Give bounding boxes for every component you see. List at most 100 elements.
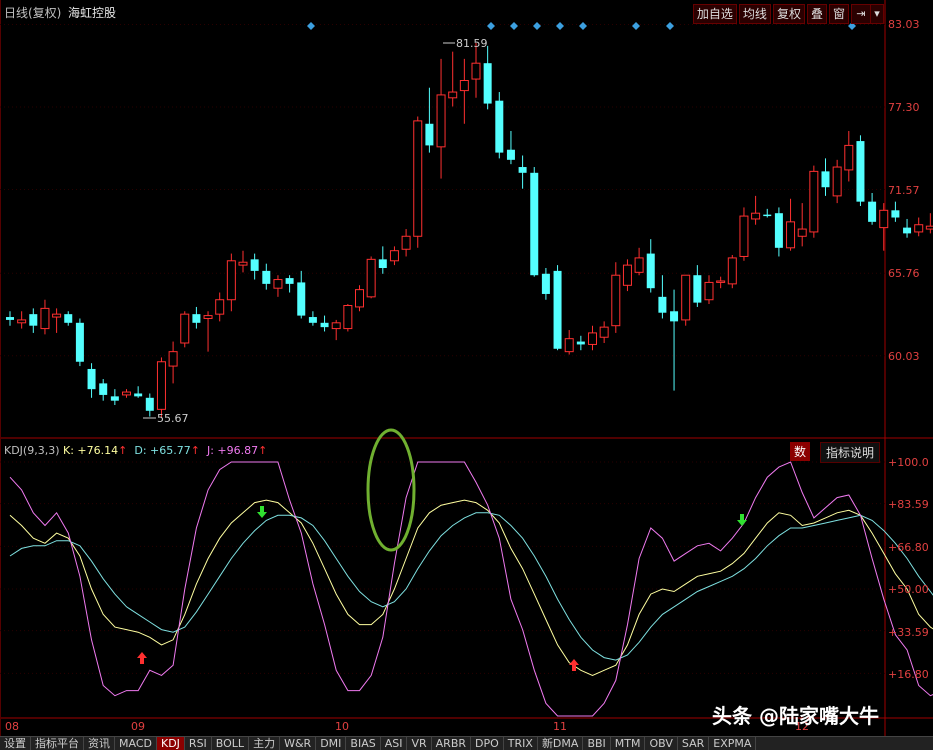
candlestick-series bbox=[6, 43, 933, 418]
candle-body-up bbox=[389, 250, 399, 262]
indicator-tab[interactable]: 主力 bbox=[249, 737, 281, 750]
candle-body-up bbox=[622, 264, 632, 286]
candle-body-up bbox=[238, 261, 248, 266]
signal-diamond bbox=[579, 22, 587, 30]
adjust-button[interactable]: 复权 bbox=[772, 4, 805, 24]
candle-body-down bbox=[297, 282, 306, 316]
indicator-tab[interactable]: MTM bbox=[611, 737, 646, 750]
indicator-tab[interactable]: BBI bbox=[583, 737, 611, 750]
candle-body-up bbox=[751, 212, 761, 220]
candle-body-up bbox=[273, 279, 283, 289]
overlay-button[interactable]: 叠 bbox=[806, 4, 827, 24]
candle-body-down bbox=[110, 396, 119, 401]
indicator-tab[interactable]: TRIX bbox=[504, 737, 538, 750]
indicator-tab[interactable]: W&R bbox=[280, 737, 317, 750]
indicator-tab[interactable]: ARBR bbox=[432, 737, 472, 750]
candle-body-up bbox=[634, 257, 644, 273]
indicator-tab[interactable]: RSI bbox=[185, 737, 212, 750]
add-watchlist-button[interactable]: 加自选 bbox=[692, 4, 737, 24]
indicator-tab[interactable]: 资讯 bbox=[84, 737, 115, 750]
kdj-tick: +16.80 bbox=[888, 668, 929, 681]
candle-body-up bbox=[879, 209, 889, 229]
price-tick: 77.30 bbox=[888, 101, 920, 114]
kdj-tick: +100.0 bbox=[888, 456, 929, 469]
candle-body-down bbox=[856, 141, 865, 202]
candle-body-up bbox=[588, 332, 597, 345]
kdj-k-value: K: +76.14 bbox=[63, 444, 119, 457]
indicator-tab[interactable]: 设置 bbox=[0, 737, 31, 750]
indicator-explain-button[interactable]: 指标说明 bbox=[820, 442, 881, 463]
candle-body-up bbox=[17, 319, 27, 324]
indicator-tab[interactable]: VR bbox=[407, 737, 432, 750]
chart-canvas: 81.59 55.67 83.03 77.30 71.57 65.76 60.0… bbox=[0, 0, 933, 736]
candle-body-down bbox=[506, 149, 515, 160]
kdj-tick: +83.59 bbox=[888, 498, 929, 511]
window-button[interactable]: 窗 bbox=[828, 4, 849, 24]
signal-diamond bbox=[533, 22, 541, 30]
indicator-tab[interactable]: OBV bbox=[645, 737, 678, 750]
indicator-tab[interactable]: EXPMA bbox=[709, 737, 757, 750]
indicator-tab[interactable]: BIAS bbox=[346, 737, 381, 750]
candle-body-down bbox=[483, 63, 492, 104]
candle-body-down bbox=[87, 368, 96, 390]
candle-body-up bbox=[739, 215, 749, 257]
candle-body-up bbox=[564, 338, 574, 353]
indicator-tab[interactable]: 指标平台 bbox=[31, 737, 84, 750]
candle-body-down bbox=[29, 314, 38, 326]
signal-diamond bbox=[556, 22, 564, 30]
up-arrow-icon: ↑ bbox=[258, 444, 268, 457]
indicator-tab[interactable]: DMI bbox=[316, 737, 347, 750]
data-button[interactable]: 数 bbox=[790, 442, 811, 461]
candle-body-down bbox=[763, 214, 772, 217]
dropdown-icon[interactable]: ▾ bbox=[870, 4, 884, 24]
candle-body-up bbox=[40, 307, 50, 330]
signal-diamond bbox=[632, 22, 640, 30]
candle-body-up bbox=[832, 166, 842, 197]
candle-body-up bbox=[599, 326, 609, 338]
candle-body-up bbox=[471, 62, 481, 80]
candle-body-down bbox=[320, 322, 329, 328]
indicator-tab[interactable]: MACD bbox=[115, 737, 157, 750]
indicator-tab[interactable]: SAR bbox=[678, 737, 710, 750]
kdj-grid bbox=[0, 461, 885, 674]
candle-body-down bbox=[192, 314, 201, 323]
indicator-tab-bar: 设置 指标平台 资讯 MACD KDJ RSI BOLL 主力 W&R DMI BIAS ASI VR A… bbox=[0, 736, 933, 750]
moving-average-button[interactable]: 均线 bbox=[738, 4, 771, 24]
candle-body-down bbox=[99, 383, 108, 395]
kdj-tick: +33.59 bbox=[888, 626, 929, 639]
indicator-tab[interactable]: KDJ bbox=[156, 737, 185, 750]
candle-body-up bbox=[459, 80, 469, 92]
period-label: 日线(复权) bbox=[4, 6, 62, 20]
candle-body-up bbox=[797, 228, 807, 237]
candle-body-up bbox=[716, 280, 726, 283]
candle-body-down bbox=[903, 227, 912, 234]
indicator-tab[interactable]: BOLL bbox=[212, 737, 250, 750]
stock-name: 海虹控股 bbox=[68, 6, 117, 20]
buy-arrow-icon bbox=[569, 659, 579, 671]
candle-body-down bbox=[821, 171, 830, 188]
candle-body-down bbox=[774, 213, 783, 248]
candle-body-down bbox=[75, 322, 84, 362]
candle-body-down bbox=[378, 259, 387, 268]
indicator-tab[interactable]: 新DMA bbox=[538, 737, 584, 750]
kdj-line-d bbox=[9, 512, 933, 661]
candle-body-down bbox=[553, 270, 562, 349]
indicator-tab[interactable]: ASI bbox=[381, 737, 408, 750]
candle-body-down bbox=[308, 317, 317, 323]
candle-body-up bbox=[203, 315, 213, 319]
high-price-label: 81.59 bbox=[456, 37, 488, 50]
switch-icon[interactable]: ⇥ bbox=[851, 4, 871, 24]
candle-body-up bbox=[727, 257, 737, 285]
sell-arrow-icon bbox=[257, 506, 267, 518]
kdj-tick: +66.80 bbox=[888, 541, 929, 554]
candle-body-up bbox=[786, 221, 796, 249]
candle-body-down bbox=[145, 397, 154, 411]
month-label: 10 bbox=[335, 720, 349, 733]
kdj-d-value: D: +65.77 bbox=[134, 444, 191, 457]
candle-body-up bbox=[366, 258, 376, 298]
candle-body-down bbox=[425, 123, 434, 146]
low-price-label: 55.67 bbox=[157, 412, 189, 425]
candle-body-up bbox=[809, 170, 819, 233]
month-label: 09 bbox=[131, 720, 145, 733]
indicator-tab[interactable]: DPO bbox=[471, 737, 504, 750]
